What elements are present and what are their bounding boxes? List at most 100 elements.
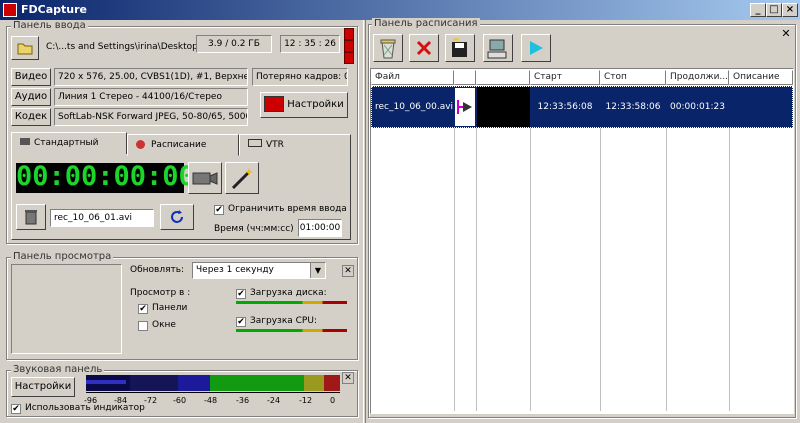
save-icon	[452, 37, 467, 57]
timecode-display: 00:00:00:00	[16, 161, 195, 193]
computer-icon	[487, 39, 507, 59]
limit-time-checkbox[interactable]: ✔	[214, 205, 224, 215]
scale-tick: -12	[299, 396, 313, 405]
codec-button[interactable]: Кодек	[11, 108, 51, 126]
clear-button[interactable]	[373, 34, 403, 62]
start-schedule-button[interactable]	[521, 34, 551, 62]
codec-settings: SoftLab-NSK Forward JPEG, 50-80/65, 5000…	[54, 108, 248, 126]
trash-icon	[25, 210, 37, 225]
filename-input[interactable]: rec_10_06_01.avi	[50, 209, 154, 227]
save-schedule-button[interactable]	[445, 34, 475, 62]
audio-settings-button[interactable]: Настройки	[11, 377, 75, 397]
disk-load-label: Загрузка диска:	[250, 288, 327, 298]
row-file: rec_10_06_00.avi	[375, 102, 454, 112]
delete-button[interactable]	[409, 34, 439, 62]
input-panel-label: Панель ввода	[11, 20, 88, 31]
column-header-description[interactable]: Описание	[729, 70, 793, 85]
window-view-checkbox[interactable]	[138, 321, 148, 331]
column-divider	[666, 86, 667, 411]
disk-space: 3.9 / 0.2 ГБ	[196, 35, 272, 53]
column-header-duration[interactable]: Продолжи...	[666, 70, 729, 85]
maximize-button[interactable]: □	[766, 3, 782, 17]
title-bar	[0, 0, 800, 20]
audio-panel-label: Звуковая панель	[11, 364, 105, 375]
wizard-button[interactable]	[225, 162, 259, 194]
window-view-label: Окне	[152, 320, 176, 330]
app-icon	[3, 3, 17, 17]
column-divider	[600, 86, 601, 411]
record-icon	[457, 100, 472, 114]
video-button[interactable]: Видео	[11, 68, 51, 86]
row-start: 12:33:56:08	[537, 102, 593, 112]
tab-schedule[interactable]: Расписание	[127, 134, 239, 156]
audio-settings: Линия 1 Стерео - 44100/16/Стерео	[54, 88, 248, 106]
capture-button[interactable]	[188, 162, 222, 194]
cpu-load-checkbox[interactable]: ✔	[236, 317, 246, 327]
use-indicator-checkbox[interactable]: ✔	[11, 404, 21, 414]
column-divider	[476, 86, 477, 411]
row-preview-thumb	[455, 88, 475, 126]
open-folder-button[interactable]	[11, 36, 39, 60]
window-title: FDCapture	[21, 3, 87, 16]
settings-button[interactable]: Настройки	[260, 92, 348, 118]
lost-frames: Потеряно кадров: 0	[252, 68, 348, 86]
cpu-load-meter	[236, 329, 347, 332]
refresh-filename-button[interactable]	[160, 204, 194, 230]
tape-icon	[248, 139, 262, 147]
delete-file-button[interactable]	[16, 204, 46, 230]
preview-area	[11, 264, 122, 354]
scale-tick: 0	[330, 396, 336, 405]
disk-load-meter	[236, 301, 347, 304]
close-button[interactable]: ×	[782, 3, 798, 17]
panel-splitter[interactable]	[363, 20, 366, 423]
refresh-interval-select[interactable]: Через 1 секунду ▼	[192, 262, 326, 279]
scale-tick: -48	[204, 396, 218, 405]
row-video-thumb	[477, 87, 530, 127]
disk-load-checkbox[interactable]: ✔	[236, 289, 246, 299]
column-header-stop[interactable]: Стоп	[600, 70, 666, 85]
panel-view-checkbox[interactable]: ✔	[138, 304, 148, 314]
close-audio-icon[interactable]: ✕	[342, 372, 354, 384]
minimize-button[interactable]: _	[750, 3, 766, 17]
recycle-bin-icon	[380, 39, 396, 59]
settings-icon	[264, 96, 285, 112]
folder-icon	[17, 43, 33, 55]
clock-display: 12 : 35 : 26	[280, 35, 340, 53]
limit-time-label: Ограничить время ввода	[228, 204, 347, 214]
close-schedule-icon[interactable]: ✕	[780, 28, 792, 41]
time-limit-input[interactable]: 01:00:00	[298, 219, 342, 237]
magic-wand-icon	[231, 168, 253, 190]
column-header-blank[interactable]	[476, 70, 530, 85]
column-divider	[729, 86, 730, 411]
time-label: Время (чч:мм:сс)	[214, 224, 294, 234]
settings-button-label: Настройки	[287, 99, 344, 110]
indicator-icon	[344, 28, 354, 40]
tab-standard[interactable]: Стандартный	[11, 132, 127, 154]
preview-panel-label: Панель просмотра	[11, 251, 114, 262]
view-in-label: Просмотр в :	[130, 288, 191, 298]
refresh-interval-value: Через 1 секунду	[196, 265, 274, 275]
scale-tick: -24	[267, 396, 281, 405]
load-schedule-button[interactable]	[483, 34, 513, 62]
delete-x-icon	[416, 40, 432, 56]
use-indicator-label: Использовать индикатор	[25, 403, 145, 413]
refresh-icon	[171, 210, 183, 223]
row-stop: 12:33:58:06	[605, 102, 661, 112]
column-header-preview[interactable]	[454, 70, 476, 85]
column-header-file[interactable]: Файл	[371, 70, 454, 85]
cpu-load-label: Загрузка CPU:	[250, 316, 317, 326]
tab-vtr[interactable]: VTR	[239, 134, 351, 156]
chevron-down-icon[interactable]: ▼	[310, 263, 325, 278]
tab-vtr-label: VTR	[266, 140, 284, 150]
tab-schedule-label: Расписание	[151, 140, 207, 150]
schedule-panel-label: Панель расписания	[372, 18, 480, 29]
column-divider	[454, 86, 455, 411]
audio-button[interactable]: Аудио	[11, 88, 51, 106]
close-preview-icon[interactable]: ✕	[342, 265, 354, 277]
audio-level-meter	[86, 375, 340, 391]
column-divider	[530, 86, 531, 411]
column-header-start[interactable]: Старт	[530, 70, 600, 85]
indicator-icon	[344, 52, 354, 64]
clock-icon	[136, 140, 145, 149]
save-path: C:\...ts and Settings\irina\Desktop	[46, 42, 198, 52]
